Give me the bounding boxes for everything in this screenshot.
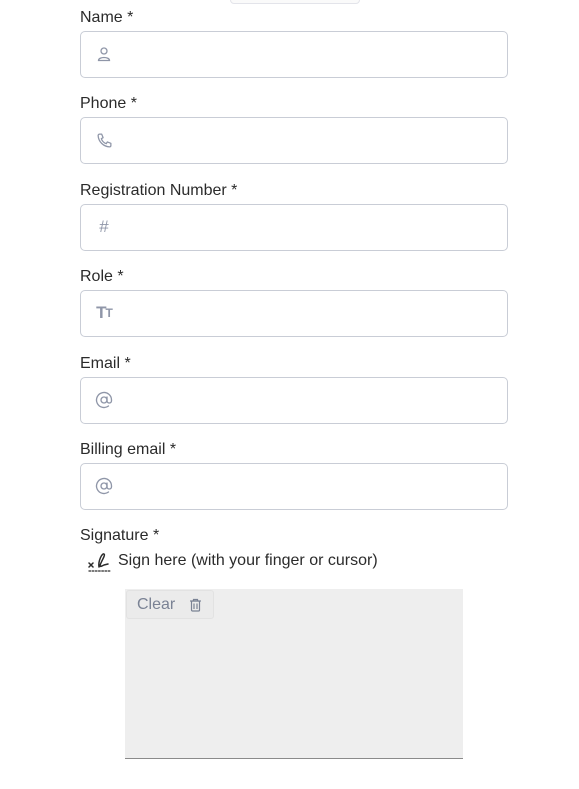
phone-input[interactable] xyxy=(121,118,499,163)
phone-label: Phone * xyxy=(80,95,137,112)
signature-pen-icon xyxy=(88,553,112,572)
hash-icon: # xyxy=(99,217,109,236)
billing-email-field-group: Billing email * xyxy=(80,441,508,510)
top-panel-edge xyxy=(230,0,360,4)
billing-email-input-box[interactable] xyxy=(80,463,508,510)
at-icon xyxy=(95,477,113,495)
text-type-icon-big: T xyxy=(96,303,106,322)
text-type-icon-small: T xyxy=(105,306,113,320)
name-input[interactable] xyxy=(121,32,499,77)
signature-label: Signature * xyxy=(80,527,160,544)
billing-email-input[interactable] xyxy=(121,464,499,509)
registration-number-input-box[interactable]: # xyxy=(80,204,508,251)
role-input[interactable] xyxy=(121,291,499,336)
phone-input-box[interactable] xyxy=(80,117,508,164)
name-label: Name * xyxy=(80,9,134,26)
text-type-icon: TT xyxy=(95,304,113,322)
name-field-group: Name * xyxy=(80,9,508,78)
phone-field-group: Phone * xyxy=(80,95,508,164)
at-icon xyxy=(95,391,113,409)
email-label: Email * xyxy=(80,355,131,372)
email-input-box[interactable] xyxy=(80,377,508,424)
role-field-group: Role * TT xyxy=(80,268,508,337)
role-input-box[interactable]: TT xyxy=(80,290,508,337)
billing-email-label: Billing email * xyxy=(80,441,177,458)
role-label: Role * xyxy=(80,268,124,285)
name-input-box[interactable] xyxy=(80,31,508,78)
email-input[interactable] xyxy=(121,378,499,423)
email-field-group: Email * xyxy=(80,355,508,424)
signature-pad[interactable]: Clear xyxy=(125,589,463,759)
registration-number-label: Registration Number * xyxy=(80,182,238,199)
clear-button-label: Clear xyxy=(137,595,176,613)
clear-signature-button[interactable]: Clear xyxy=(126,590,214,619)
person-icon xyxy=(95,45,113,63)
signature-hint: Sign here (with your finger or cursor) xyxy=(88,550,378,572)
registration-number-field-group: Registration Number * # xyxy=(80,182,508,251)
signature-hint-text: Sign here (with your finger or cursor) xyxy=(118,552,378,569)
trash-icon xyxy=(190,598,202,612)
phone-icon xyxy=(95,131,113,149)
registration-number-input[interactable] xyxy=(121,205,499,250)
signature-field-group: Signature * xyxy=(80,527,508,545)
